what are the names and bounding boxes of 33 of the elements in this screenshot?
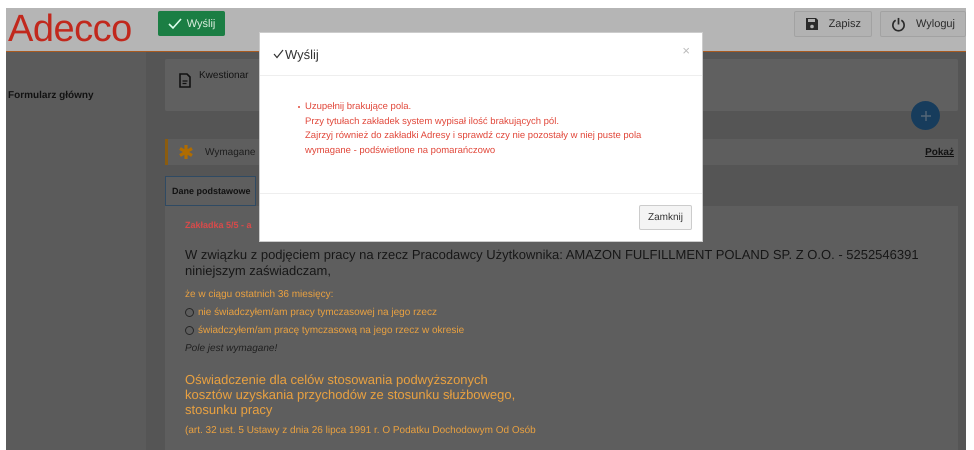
logo: Adecco — [8, 9, 132, 49]
radio-button[interactable] — [185, 326, 194, 335]
save-button[interactable]: Zapisz — [794, 11, 872, 37]
message-text: Zajrzyj również do zakładki Adresy i sprawdź czy nie pozostały w niej puste pola wymagane - podświetlone na pomarańczowo — [305, 129, 642, 158]
close-button[interactable]: × — [682, 42, 690, 58]
check-icon — [168, 18, 182, 30]
power-icon — [890, 16, 906, 32]
message-text: Przy tytułach zakładek system wypisał ilość brakujących pól. — [305, 114, 560, 128]
error-message: Pole jest wymagane! — [185, 343, 278, 354]
dialog-title: Wyślij — [273, 46, 319, 62]
logout-button[interactable]: Wyloguj — [880, 11, 966, 37]
save-icon — [804, 17, 819, 31]
required-label: Wymagane — [205, 146, 256, 158]
option-label[interactable]: świadczyłem/am pracę tymczasową na jego rzecz w okresie — [198, 325, 464, 336]
asterisk-icon — [178, 144, 194, 160]
plus-icon — [920, 110, 930, 120]
tab[interactable]: Dane podstawowe — [165, 176, 256, 206]
statement-text: W związku z podjęciem pracy na rzecz Pracodawcy Użytkownika: AMAZON FULFILLMENT POLAND SP. Z O.O. - 5252546391 niniejszym zaświadczam, — [185, 247, 920, 279]
radio-button[interactable] — [185, 308, 194, 317]
add-button[interactable] — [911, 101, 940, 130]
card-title: Kwestionar — [199, 70, 248, 81]
check-icon — [273, 49, 284, 59]
close-dialog-button[interactable]: Zamknij — [638, 205, 692, 230]
option-label[interactable]: nie świadczyłem/am pracy tymczasowej na jego rzecz — [198, 307, 437, 318]
send-button[interactable]: Wyślij — [158, 11, 226, 36]
section-heading: Oświadczenie dla celów stosowania podwyższonych kosztów uzyskania przychodów ze stosunku służbowego, stosunku pracy — [185, 372, 516, 417]
show-link[interactable]: Pokaż — [925, 146, 954, 158]
legal-note: (art. 32 ust. 5 Ustawy z dnia 26 lipca 1991 r. O Podatku Dochodowym Od Osób — [185, 425, 537, 436]
message-text: Uzupełnij brakujące pola. — [305, 100, 412, 114]
tab-info: Zakładka 5/5 - a — [185, 220, 253, 230]
document-icon — [179, 73, 191, 88]
sidebar-item[interactable]: Formularz główny — [6, 90, 146, 101]
question-label: że w ciągu ostatnich 36 miesięcy: — [185, 289, 334, 300]
